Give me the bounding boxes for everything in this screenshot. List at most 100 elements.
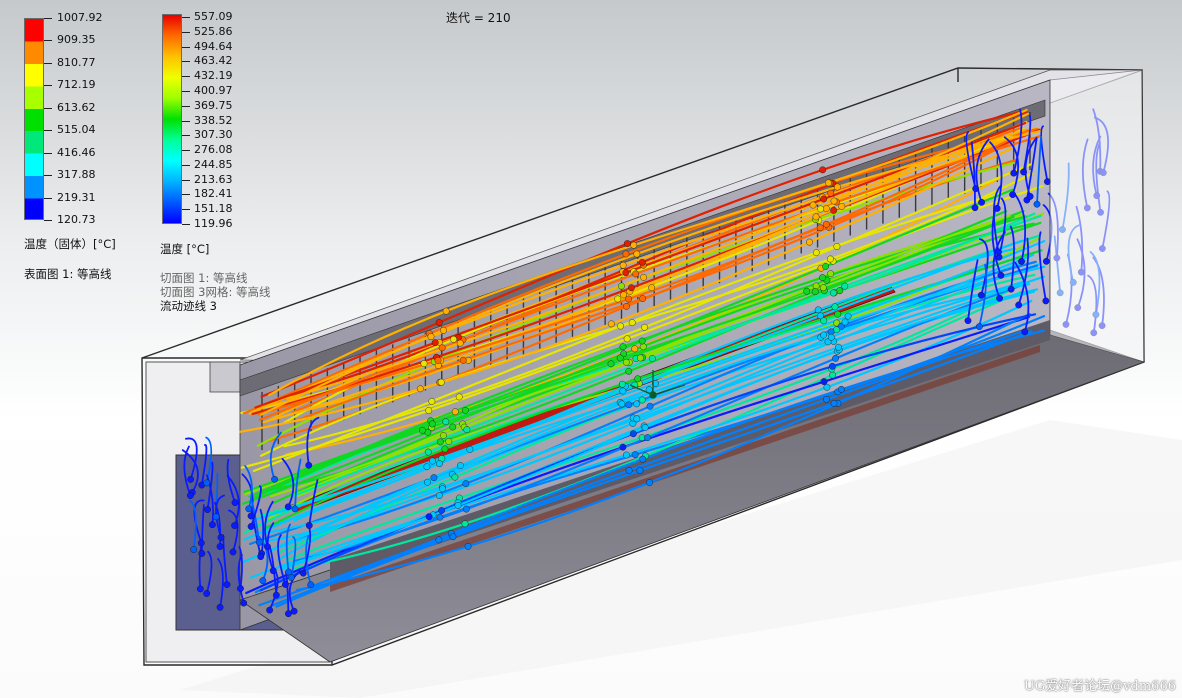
flow-marker	[646, 479, 653, 486]
flow-marker	[833, 243, 841, 250]
flow-marker	[638, 258, 646, 266]
flow-marker	[616, 354, 624, 362]
flow-marker	[995, 248, 1002, 256]
fluid-legend-tick	[182, 17, 190, 18]
flow-marker	[835, 343, 842, 351]
flow-marker	[646, 402, 654, 410]
flow-marker	[826, 255, 834, 263]
flow-marker	[638, 337, 646, 345]
flow-marker	[463, 426, 471, 434]
flow-marker	[832, 354, 839, 362]
flow-marker	[240, 599, 248, 607]
flow-marker	[203, 479, 211, 487]
fluid-color-bar	[162, 14, 182, 224]
flow-marker	[972, 185, 980, 193]
fluid-legend-tick	[182, 76, 190, 78]
fluid-legend-tick	[182, 90, 190, 92]
fluid-legend-value: 182.41	[194, 187, 233, 201]
solid-legend-tick	[44, 152, 52, 154]
flow-marker	[819, 284, 827, 292]
flow-marker	[428, 398, 436, 405]
fluid-legend-tick	[182, 209, 190, 211]
flow-marker	[814, 306, 822, 314]
flow-marker	[434, 356, 442, 364]
flow-marker	[816, 312, 824, 320]
flow-marker	[607, 320, 615, 328]
flow-marker	[812, 249, 820, 257]
flow-marker	[820, 195, 828, 203]
flow-marker	[607, 360, 615, 368]
flow-marker	[216, 603, 224, 611]
solid-legend-tick	[44, 197, 52, 199]
solid-color-bar	[24, 18, 44, 220]
flow-marker	[438, 507, 445, 514]
flow-marker	[623, 240, 631, 247]
flow-marker	[825, 179, 832, 187]
flow-marker	[456, 339, 464, 347]
flow-marker	[820, 378, 828, 386]
fluid-legend-tick	[182, 31, 190, 33]
fluid-legend-tick	[182, 135, 190, 137]
flow-marker	[811, 288, 819, 295]
flow-marker	[424, 448, 432, 456]
flow-marker	[1026, 193, 1034, 200]
end-face-step	[209, 361, 241, 393]
flow-marker	[441, 445, 449, 453]
flow-marker	[449, 533, 457, 541]
flow-marker	[639, 343, 647, 351]
flow-marker	[812, 213, 820, 221]
flow-marker	[619, 343, 627, 351]
flow-marker	[209, 521, 216, 529]
flow-marker	[462, 480, 470, 487]
flow-marker	[625, 295, 632, 303]
flow-marker	[457, 462, 464, 469]
flow-marker	[231, 522, 238, 529]
flow-marker	[425, 407, 433, 414]
flow-marker	[1009, 191, 1016, 198]
flow-marker	[1042, 257, 1050, 265]
flow-marker	[1033, 200, 1041, 208]
flow-marker	[198, 550, 206, 557]
flow-marker	[196, 585, 204, 593]
flow-marker	[431, 339, 439, 347]
flow-marker	[416, 385, 424, 393]
solid-legend-value: 120.73	[57, 213, 96, 226]
flow-marker	[627, 284, 635, 292]
flow-marker	[827, 270, 835, 278]
solid-legend-tick	[44, 40, 52, 42]
flow-marker	[1042, 297, 1050, 305]
solid-legend-tick	[44, 107, 52, 109]
flow-marker	[428, 420, 436, 428]
flow-marker	[435, 492, 443, 499]
flow-marker	[257, 553, 265, 561]
flow-marker	[212, 513, 220, 521]
solid-legend-value: 416.46	[57, 145, 96, 159]
solid-legend-tick	[44, 220, 52, 221]
flow-marker	[834, 310, 842, 318]
flow-marker	[816, 224, 824, 232]
fluid-legend-tick	[182, 150, 190, 152]
flow-marker	[266, 606, 274, 614]
flow-marker	[819, 274, 826, 282]
flow-marker	[637, 354, 644, 362]
flow-marker	[625, 401, 633, 409]
flow-marker	[639, 455, 647, 463]
solid-legend-value: 810.77	[57, 55, 96, 69]
flow-marker	[639, 295, 647, 302]
flow-marker	[623, 335, 631, 343]
iteration-label: 迭代 = 210	[446, 11, 511, 25]
flow-marker	[622, 250, 630, 258]
fluid-legend-tick	[182, 164, 190, 166]
flow-marker	[831, 303, 839, 311]
flow-marker	[633, 400, 641, 408]
flow-marker	[1015, 301, 1023, 309]
flow-marker	[623, 302, 630, 310]
flow-marker	[631, 345, 639, 353]
flow-marker	[223, 581, 231, 588]
flow-marker	[461, 520, 469, 528]
flow-marker	[284, 503, 292, 511]
fluid-legend-value: 369.75	[194, 98, 233, 112]
fluid-legend-tick	[182, 194, 190, 196]
flow-marker	[305, 461, 313, 469]
flow-marker	[229, 548, 237, 556]
